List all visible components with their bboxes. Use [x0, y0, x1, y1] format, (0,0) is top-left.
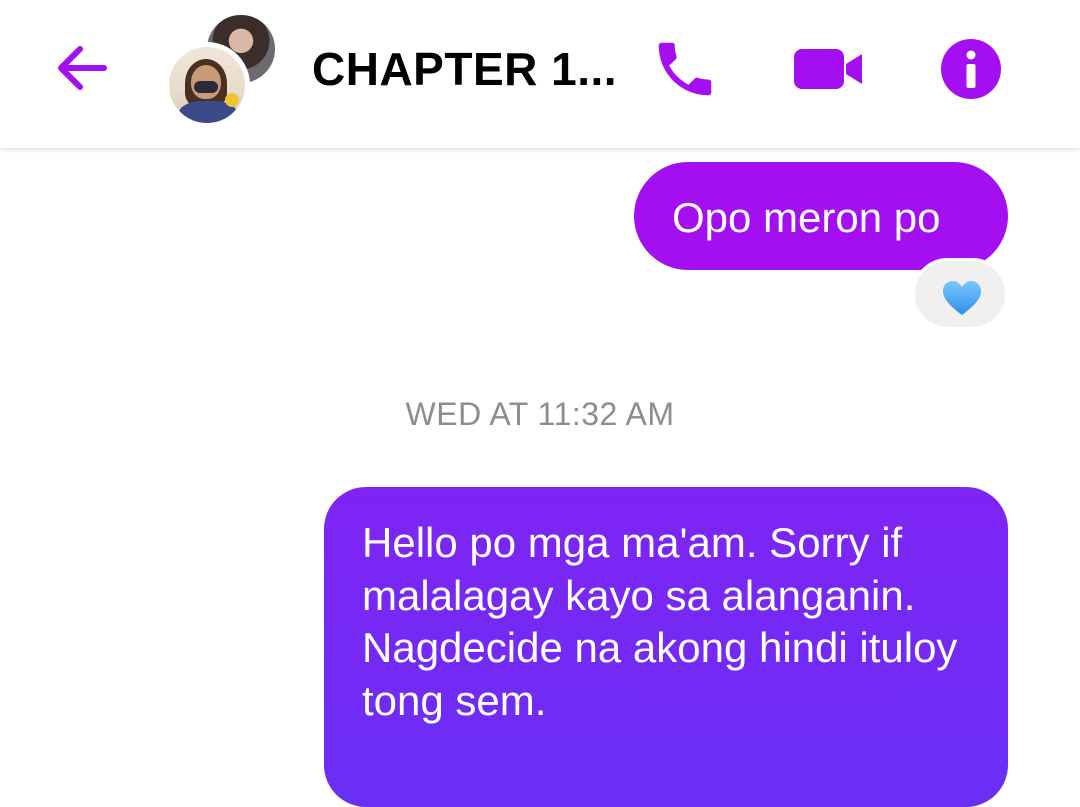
audio-call-button[interactable] — [650, 34, 720, 104]
phone-icon — [658, 42, 712, 96]
message-reaction[interactable] — [912, 258, 1008, 330]
blue-heart-icon — [943, 281, 981, 315]
outgoing-message-bubble[interactable]: Opo meron po — [634, 162, 1008, 270]
outgoing-message-bubble[interactable]: Hello po mga ma'am. Sorry if malalagay k… — [324, 487, 1008, 807]
video-call-button[interactable] — [790, 34, 862, 104]
info-icon — [941, 39, 1001, 99]
conversation-title[interactable]: CHAPTER 1... — [312, 42, 617, 96]
arrow-left-icon — [58, 46, 107, 90]
conversation-header: CHAPTER 1... — [0, 0, 1080, 148]
back-button[interactable] — [52, 40, 114, 96]
conversation-info-button[interactable] — [936, 34, 1006, 104]
video-camera-icon — [794, 49, 862, 89]
group-avatar[interactable] — [164, 10, 280, 128]
message-timestamp: WED AT 11:32 AM — [405, 396, 675, 432]
member-avatar-2 — [164, 42, 250, 128]
